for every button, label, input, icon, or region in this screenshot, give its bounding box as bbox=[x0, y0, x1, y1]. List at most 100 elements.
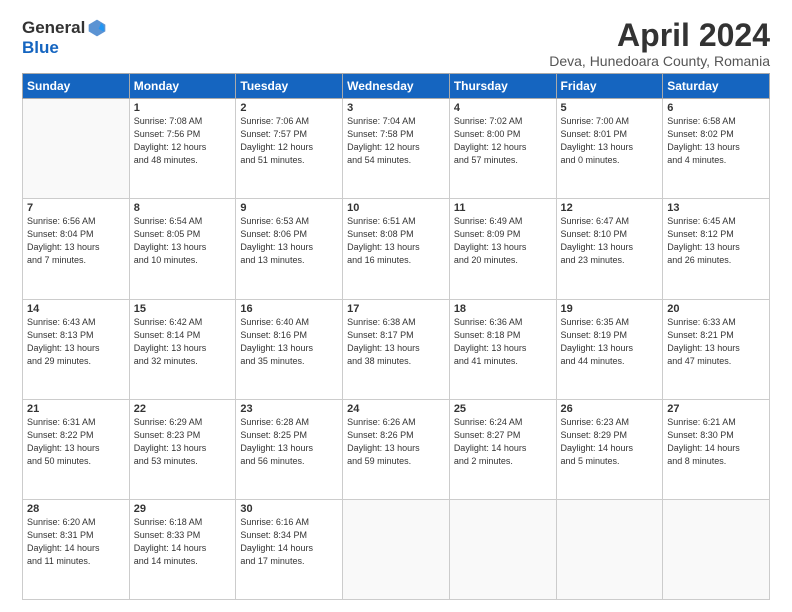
day-number: 2 bbox=[240, 102, 338, 114]
day-number: 16 bbox=[240, 303, 338, 315]
location-subtitle: Deva, Hunedoara County, Romania bbox=[549, 53, 770, 69]
calendar-cell: 26Sunrise: 6:23 AMSunset: 8:29 PMDayligh… bbox=[556, 399, 663, 499]
day-info: Sunrise: 6:26 AMSunset: 8:26 PMDaylight:… bbox=[347, 416, 445, 468]
day-number: 8 bbox=[134, 202, 232, 214]
calendar-header-row: SundayMondayTuesdayWednesdayThursdayFrid… bbox=[23, 74, 770, 99]
day-info: Sunrise: 6:45 AMSunset: 8:12 PMDaylight:… bbox=[667, 215, 765, 267]
calendar-cell bbox=[449, 499, 556, 599]
day-info: Sunrise: 6:20 AMSunset: 8:31 PMDaylight:… bbox=[27, 516, 125, 568]
page: General Blue April 2024 Deva, Hunedoara … bbox=[0, 0, 792, 612]
calendar-cell: 3Sunrise: 7:04 AMSunset: 7:58 PMDaylight… bbox=[343, 99, 450, 199]
calendar-cell: 27Sunrise: 6:21 AMSunset: 8:30 PMDayligh… bbox=[663, 399, 770, 499]
day-info: Sunrise: 6:31 AMSunset: 8:22 PMDaylight:… bbox=[27, 416, 125, 468]
calendar-cell: 29Sunrise: 6:18 AMSunset: 8:33 PMDayligh… bbox=[129, 499, 236, 599]
day-info: Sunrise: 7:02 AMSunset: 8:00 PMDaylight:… bbox=[454, 115, 552, 167]
day-info: Sunrise: 6:43 AMSunset: 8:13 PMDaylight:… bbox=[27, 316, 125, 368]
day-info: Sunrise: 7:04 AMSunset: 7:58 PMDaylight:… bbox=[347, 115, 445, 167]
day-number: 6 bbox=[667, 102, 765, 114]
calendar-cell: 13Sunrise: 6:45 AMSunset: 8:12 PMDayligh… bbox=[663, 199, 770, 299]
day-number: 17 bbox=[347, 303, 445, 315]
day-info: Sunrise: 7:00 AMSunset: 8:01 PMDaylight:… bbox=[561, 115, 659, 167]
day-number: 7 bbox=[27, 202, 125, 214]
calendar-cell: 14Sunrise: 6:43 AMSunset: 8:13 PMDayligh… bbox=[23, 299, 130, 399]
day-info: Sunrise: 6:36 AMSunset: 8:18 PMDaylight:… bbox=[454, 316, 552, 368]
calendar-cell: 8Sunrise: 6:54 AMSunset: 8:05 PMDaylight… bbox=[129, 199, 236, 299]
calendar-cell: 16Sunrise: 6:40 AMSunset: 8:16 PMDayligh… bbox=[236, 299, 343, 399]
day-info: Sunrise: 6:38 AMSunset: 8:17 PMDaylight:… bbox=[347, 316, 445, 368]
calendar-week-row: 21Sunrise: 6:31 AMSunset: 8:22 PMDayligh… bbox=[23, 399, 770, 499]
calendar-week-row: 7Sunrise: 6:56 AMSunset: 8:04 PMDaylight… bbox=[23, 199, 770, 299]
calendar-cell: 20Sunrise: 6:33 AMSunset: 8:21 PMDayligh… bbox=[663, 299, 770, 399]
calendar-cell: 6Sunrise: 6:58 AMSunset: 8:02 PMDaylight… bbox=[663, 99, 770, 199]
day-info: Sunrise: 6:21 AMSunset: 8:30 PMDaylight:… bbox=[667, 416, 765, 468]
calendar-cell: 5Sunrise: 7:00 AMSunset: 8:01 PMDaylight… bbox=[556, 99, 663, 199]
day-number: 3 bbox=[347, 102, 445, 114]
day-number: 13 bbox=[667, 202, 765, 214]
day-number: 9 bbox=[240, 202, 338, 214]
title-block: April 2024 Deva, Hunedoara County, Roman… bbox=[549, 18, 770, 69]
day-info: Sunrise: 6:33 AMSunset: 8:21 PMDaylight:… bbox=[667, 316, 765, 368]
calendar-cell bbox=[343, 499, 450, 599]
day-number: 20 bbox=[667, 303, 765, 315]
day-number: 14 bbox=[27, 303, 125, 315]
day-info: Sunrise: 6:18 AMSunset: 8:33 PMDaylight:… bbox=[134, 516, 232, 568]
day-number: 19 bbox=[561, 303, 659, 315]
calendar-week-row: 14Sunrise: 6:43 AMSunset: 8:13 PMDayligh… bbox=[23, 299, 770, 399]
day-number: 26 bbox=[561, 403, 659, 415]
day-info: Sunrise: 6:23 AMSunset: 8:29 PMDaylight:… bbox=[561, 416, 659, 468]
day-info: Sunrise: 6:58 AMSunset: 8:02 PMDaylight:… bbox=[667, 115, 765, 167]
day-info: Sunrise: 7:06 AMSunset: 7:57 PMDaylight:… bbox=[240, 115, 338, 167]
calendar-cell: 24Sunrise: 6:26 AMSunset: 8:26 PMDayligh… bbox=[343, 399, 450, 499]
calendar-cell: 17Sunrise: 6:38 AMSunset: 8:17 PMDayligh… bbox=[343, 299, 450, 399]
calendar-cell: 10Sunrise: 6:51 AMSunset: 8:08 PMDayligh… bbox=[343, 199, 450, 299]
day-number: 22 bbox=[134, 403, 232, 415]
header: General Blue April 2024 Deva, Hunedoara … bbox=[22, 18, 770, 69]
calendar-cell: 22Sunrise: 6:29 AMSunset: 8:23 PMDayligh… bbox=[129, 399, 236, 499]
day-number: 5 bbox=[561, 102, 659, 114]
day-info: Sunrise: 6:29 AMSunset: 8:23 PMDaylight:… bbox=[134, 416, 232, 468]
weekday-header: Tuesday bbox=[236, 74, 343, 99]
day-number: 21 bbox=[27, 403, 125, 415]
day-number: 24 bbox=[347, 403, 445, 415]
calendar-cell bbox=[23, 99, 130, 199]
calendar-cell bbox=[663, 499, 770, 599]
calendar-cell: 15Sunrise: 6:42 AMSunset: 8:14 PMDayligh… bbox=[129, 299, 236, 399]
calendar-week-row: 28Sunrise: 6:20 AMSunset: 8:31 PMDayligh… bbox=[23, 499, 770, 599]
day-number: 4 bbox=[454, 102, 552, 114]
logo: General Blue bbox=[22, 18, 107, 58]
day-number: 30 bbox=[240, 503, 338, 515]
day-info: Sunrise: 7:08 AMSunset: 7:56 PMDaylight:… bbox=[134, 115, 232, 167]
calendar-cell: 19Sunrise: 6:35 AMSunset: 8:19 PMDayligh… bbox=[556, 299, 663, 399]
calendar-cell: 1Sunrise: 7:08 AMSunset: 7:56 PMDaylight… bbox=[129, 99, 236, 199]
logo-general-text: General bbox=[22, 18, 85, 38]
day-info: Sunrise: 6:56 AMSunset: 8:04 PMDaylight:… bbox=[27, 215, 125, 267]
day-number: 23 bbox=[240, 403, 338, 415]
day-number: 1 bbox=[134, 102, 232, 114]
calendar-week-row: 1Sunrise: 7:08 AMSunset: 7:56 PMDaylight… bbox=[23, 99, 770, 199]
calendar-table: SundayMondayTuesdayWednesdayThursdayFrid… bbox=[22, 73, 770, 600]
calendar-cell: 28Sunrise: 6:20 AMSunset: 8:31 PMDayligh… bbox=[23, 499, 130, 599]
day-number: 12 bbox=[561, 202, 659, 214]
day-number: 28 bbox=[27, 503, 125, 515]
calendar-cell: 4Sunrise: 7:02 AMSunset: 8:00 PMDaylight… bbox=[449, 99, 556, 199]
day-info: Sunrise: 6:51 AMSunset: 8:08 PMDaylight:… bbox=[347, 215, 445, 267]
day-info: Sunrise: 6:47 AMSunset: 8:10 PMDaylight:… bbox=[561, 215, 659, 267]
calendar-cell: 2Sunrise: 7:06 AMSunset: 7:57 PMDaylight… bbox=[236, 99, 343, 199]
weekday-header: Wednesday bbox=[343, 74, 450, 99]
calendar-cell bbox=[556, 499, 663, 599]
day-number: 25 bbox=[454, 403, 552, 415]
day-info: Sunrise: 6:53 AMSunset: 8:06 PMDaylight:… bbox=[240, 215, 338, 267]
month-title: April 2024 bbox=[549, 18, 770, 53]
calendar-cell: 18Sunrise: 6:36 AMSunset: 8:18 PMDayligh… bbox=[449, 299, 556, 399]
calendar-cell: 30Sunrise: 6:16 AMSunset: 8:34 PMDayligh… bbox=[236, 499, 343, 599]
day-info: Sunrise: 6:42 AMSunset: 8:14 PMDaylight:… bbox=[134, 316, 232, 368]
calendar-cell: 25Sunrise: 6:24 AMSunset: 8:27 PMDayligh… bbox=[449, 399, 556, 499]
day-info: Sunrise: 6:40 AMSunset: 8:16 PMDaylight:… bbox=[240, 316, 338, 368]
logo-blue-text: Blue bbox=[22, 38, 59, 58]
day-number: 18 bbox=[454, 303, 552, 315]
day-info: Sunrise: 6:24 AMSunset: 8:27 PMDaylight:… bbox=[454, 416, 552, 468]
day-number: 29 bbox=[134, 503, 232, 515]
day-info: Sunrise: 6:35 AMSunset: 8:19 PMDaylight:… bbox=[561, 316, 659, 368]
calendar-cell: 23Sunrise: 6:28 AMSunset: 8:25 PMDayligh… bbox=[236, 399, 343, 499]
day-info: Sunrise: 6:54 AMSunset: 8:05 PMDaylight:… bbox=[134, 215, 232, 267]
